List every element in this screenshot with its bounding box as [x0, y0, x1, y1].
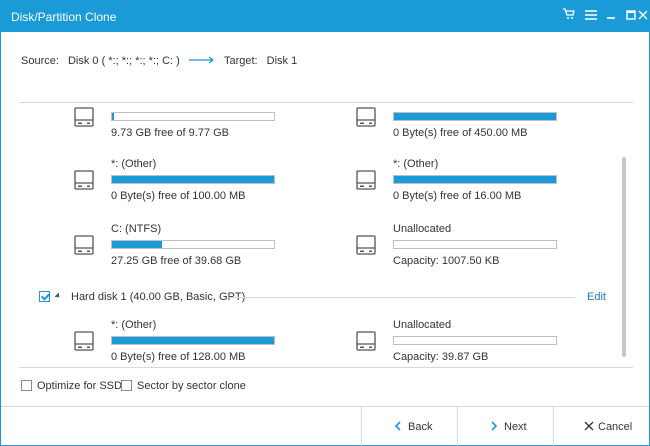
- partition-info: 0 Byte(s) free of 128.00 MB: [111, 351, 246, 363]
- arrow-right-icon: [188, 55, 215, 67]
- source-label: Source:: [21, 55, 59, 68]
- cancel-button[interactable]: Cancel: [553, 407, 649, 446]
- clone-window: Disk/Partition Clone Source: Disk 0 ( *:…: [0, 0, 650, 446]
- partition-info: 0 Byte(s) free of 450.00 MB: [393, 127, 528, 139]
- scrollbar-thumb[interactable]: [622, 157, 626, 357]
- partition-info: 0 Byte(s) free of 16.00 MB: [393, 190, 522, 202]
- next-button[interactable]: Next: [457, 407, 553, 446]
- partition-panel: 9.73 GB free of 9.77 GB 0 Byte(s) free of…: [19, 102, 633, 368]
- disk-drive-icon: [355, 170, 377, 194]
- disk-drive-icon: [355, 107, 377, 131]
- minimize-icon[interactable]: [601, 6, 621, 26]
- disk-drive-icon: [355, 331, 377, 355]
- disk-1-checkbox[interactable]: [39, 291, 50, 302]
- partition-info: Capacity: 1007.50 KB: [393, 255, 500, 267]
- partition-info: 27.25 GB free of 39.68 GB: [111, 255, 242, 267]
- partition-usage-bar: [111, 175, 275, 184]
- partition-usage-bar: [393, 175, 557, 184]
- disk-drive-icon: [73, 170, 95, 194]
- disk-drive-icon: [73, 331, 95, 355]
- edit-link[interactable]: Edit: [587, 291, 606, 303]
- chevron-right-icon: [491, 421, 498, 431]
- partition-usage-bar: [111, 240, 275, 249]
- close-icon[interactable]: [637, 6, 649, 26]
- optimize-ssd-checkbox[interactable]: [21, 380, 32, 391]
- disk-drive-icon: [73, 107, 95, 131]
- disk-drive-icon: [73, 235, 95, 259]
- menu-icon[interactable]: [581, 6, 601, 26]
- collapse-triangle-icon[interactable]: [54, 292, 62, 300]
- partition-name: *: (Other): [111, 319, 157, 331]
- partition-name: Unallocated: [393, 319, 452, 331]
- partition-info: 0 Byte(s) free of 100.00 MB: [111, 190, 246, 202]
- disk-drive-icon: [355, 235, 377, 259]
- partition-info: Capacity: 39.87 GB: [393, 351, 489, 363]
- partition-block[interactable]: C: (NTFS) 27.25 GB free of 39.68 GB: [73, 223, 275, 273]
- sector-clone-label: Sector by sector clone: [137, 380, 246, 392]
- partition-block[interactable]: *: (Other) 0 Byte(s) free of 128.00 MB: [73, 319, 275, 367]
- partition-block[interactable]: Unallocated Capacity: 39.87 GB: [355, 319, 557, 367]
- target-label: Target:: [223, 55, 258, 68]
- optimize-ssd-label: Optimize for SSD: [37, 380, 122, 392]
- chevron-left-icon: [394, 421, 401, 431]
- close-x-icon: [584, 421, 594, 431]
- disk-1-label: Hard disk 1 (40.00 GB, Basic, GPT): [71, 291, 246, 303]
- partition-usage-bar: [393, 112, 557, 121]
- title-bar: Disk/Partition Clone: [1, 1, 649, 32]
- partition-name: C: (NTFS): [111, 223, 162, 235]
- target-value: Disk 1: [266, 55, 298, 68]
- source-target-line: Source: Disk 0 ( *:; *:; *:; *:; C: ) Ta…: [21, 55, 297, 69]
- partition-block[interactable]: Unallocated Capacity: 1007.50 KB: [355, 223, 557, 273]
- partition-name: Unallocated: [393, 223, 452, 235]
- partition-usage-bar: [111, 336, 275, 345]
- partition-block[interactable]: 0 Byte(s) free of 450.00 MB: [355, 103, 557, 145]
- back-button[interactable]: Back: [361, 407, 457, 446]
- partition-block[interactable]: *: (Other) 0 Byte(s) free of 16.00 MB: [355, 158, 557, 208]
- footer-bar: Back Next Cancel: [1, 406, 649, 446]
- disk-1-row: Hard disk 1 (40.00 GB, Basic, GPT) Edit: [19, 289, 619, 305]
- partition-usage-bar: [111, 112, 275, 121]
- next-label: Next: [504, 421, 527, 433]
- back-label: Back: [408, 421, 433, 433]
- window-title: Disk/Partition Clone: [11, 10, 117, 24]
- partition-block[interactable]: 9.73 GB free of 9.77 GB: [73, 103, 275, 145]
- sector-clone-checkbox[interactable]: [121, 380, 132, 391]
- partition-block[interactable]: *: (Other) 0 Byte(s) free of 100.00 MB: [73, 158, 275, 208]
- divider: [227, 297, 575, 298]
- partition-name: *: (Other): [393, 158, 439, 170]
- partition-usage-bar: [393, 336, 557, 345]
- cancel-label: Cancel: [598, 421, 633, 433]
- cart-icon[interactable]: [559, 6, 579, 26]
- source-value: Disk 0 ( *:; *:; *:; *:; C: ): [67, 55, 180, 68]
- partition-usage-bar: [393, 240, 557, 249]
- partition-name: *: (Other): [111, 158, 157, 170]
- partition-info: 9.73 GB free of 9.77 GB: [111, 127, 230, 139]
